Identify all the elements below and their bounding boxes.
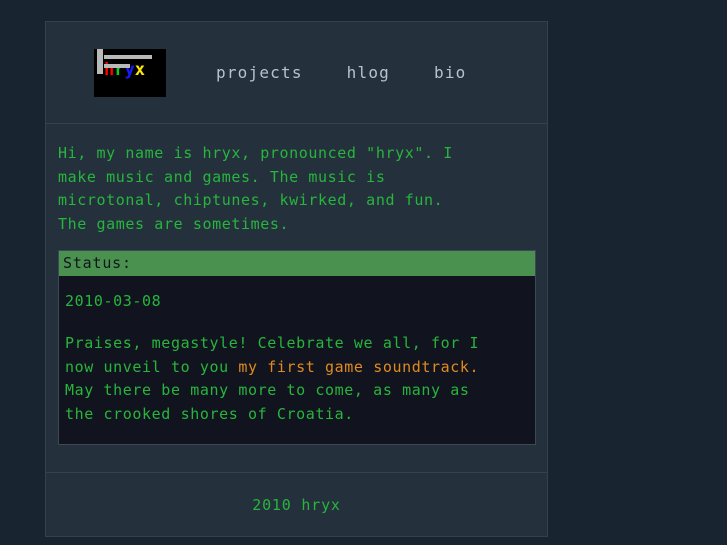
site-container: hryx projects hlog bio Hi, my name is hr… (45, 21, 548, 537)
logo-letter-x: x (134, 59, 145, 80)
logo-bar-bottom (104, 63, 130, 68)
main-content: Hi, my name is hryx, pronounced "hryx". … (46, 124, 547, 445)
logo-letter-y: y (124, 59, 135, 80)
page-root: hryx projects hlog bio Hi, my name is hr… (0, 0, 727, 545)
intro-paragraph: Hi, my name is hryx, pronounced "hryx". … (58, 144, 453, 233)
status-entry-text: Praises, megastyle! Celebrate we all, fo… (65, 332, 529, 426)
logo-bar-top (104, 54, 152, 59)
main-navigation: projects hlog bio (194, 63, 489, 82)
soundtrack-link[interactable]: my first game soundtrack. (238, 358, 479, 376)
logo-letter-r: r (114, 59, 125, 80)
site-header: hryx projects hlog bio (46, 22, 547, 124)
status-heading: Status: (59, 251, 535, 276)
status-date: 2010-03-08 (65, 292, 162, 310)
hryx-logo[interactable]: hryx (94, 48, 166, 97)
logo-letter-h: h (104, 59, 115, 80)
status-box: Status: 2010-03-08 Praises, megastyle! C… (58, 250, 536, 445)
footer-copyright: 2010 hryx (252, 495, 341, 514)
nav-link-projects[interactable]: projects (194, 63, 325, 82)
nav-link-bio[interactable]: bio (412, 63, 489, 82)
status-body: 2010-03-08 Praises, megastyle! Celebrate… (59, 276, 535, 444)
logo-frame: hryx (97, 48, 152, 78)
site-footer: 2010 hryx (46, 472, 547, 536)
nav-link-hlog[interactable]: hlog (325, 63, 412, 82)
status-text-after: May there be many more to come, as many … (65, 381, 470, 423)
